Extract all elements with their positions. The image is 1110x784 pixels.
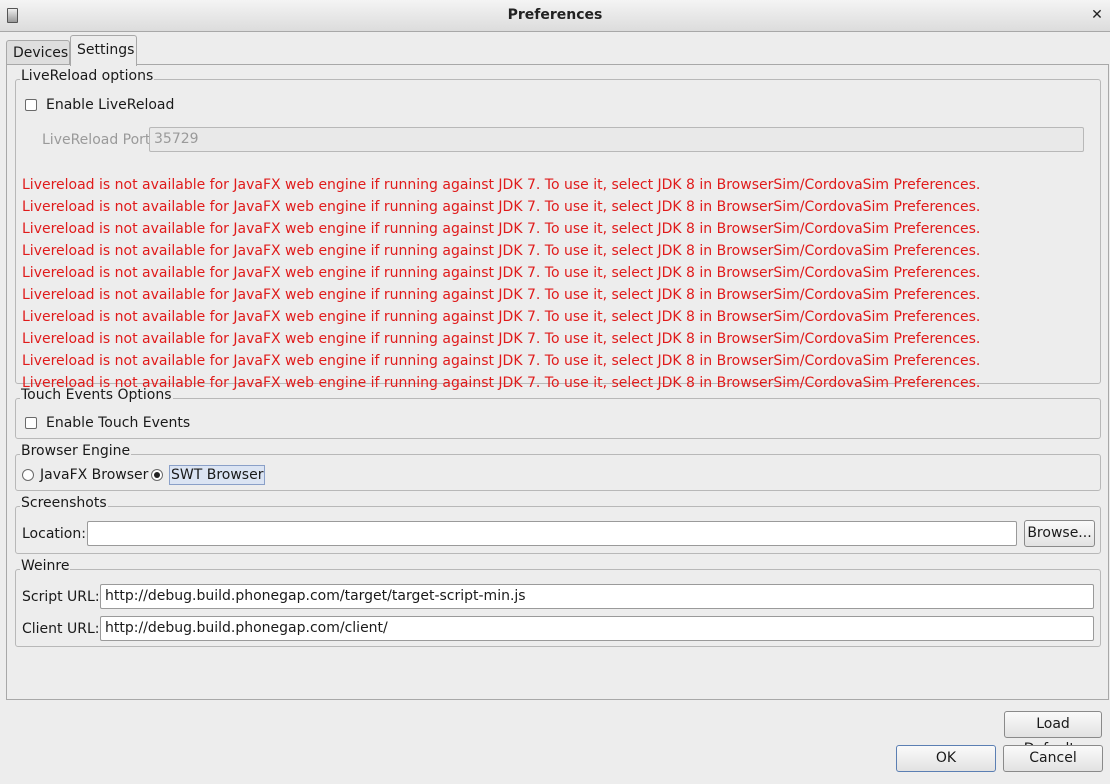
ok-button[interactable]: OK [896,745,996,772]
warning-text: Livereload is not available for JavaFX w… [22,309,981,325]
client-url-field[interactable]: http://debug.build.phonegap.com/client/ [100,616,1094,641]
warning-text: Livereload is not available for JavaFX w… [22,287,981,303]
tab-settings[interactable]: Settings [70,35,137,66]
cancel-button[interactable]: Cancel [1003,745,1103,772]
settings-panel: LiveReload options Enable LiveReload Liv… [6,64,1109,700]
touch-events-group-label: Touch Events Options [20,387,173,403]
enable-touch-events-checkbox[interactable]: Enable Touch Events [25,415,190,431]
browser-engine-group-label: Browser Engine [20,443,132,459]
swt-browser-label: SWT Browser [169,465,266,485]
warning-text: Livereload is not available for JavaFX w… [22,265,981,281]
swt-browser-radio[interactable]: SWT Browser [151,465,266,485]
livereload-group: LiveReload options Enable LiveReload Liv… [15,68,1101,391]
load-defaults-button[interactable]: Load Defaults [1004,711,1102,757]
title-bar: Preferences ✕ [0,0,1110,32]
warning-text: Livereload is not available for JavaFX w… [22,243,981,259]
touch-events-group: Touch Events Options Enable Touch Events [15,387,1101,439]
warning-text: Livereload is not available for JavaFX w… [22,221,981,237]
warning-text: Livereload is not available for JavaFX w… [22,199,981,215]
close-icon[interactable]: ✕ [1088,6,1106,24]
client-url-label: Client URL: [22,621,100,637]
weinre-group: Weinre Script URL: http://debug.build.ph… [15,558,1101,647]
checkbox-box[interactable] [25,99,37,111]
javafx-browser-label: JavaFX Browser [40,467,149,483]
browse-button[interactable]: Browse... [1024,520,1095,547]
script-url-label: Script URL: [22,589,100,605]
livereload-warnings: Livereload is not available for JavaFX w… [22,174,980,394]
radio-button[interactable] [151,469,163,481]
livereload-port-field[interactable]: 35729 [149,127,1084,152]
script-url-field[interactable]: http://debug.build.phonegap.com/target/t… [100,584,1094,609]
screenshots-group-label: Screenshots [20,495,108,511]
enable-touch-events-label: Enable Touch Events [46,415,191,431]
tab-devices[interactable]: Devices [6,40,70,66]
livereload-group-label: LiveReload options [20,68,155,84]
location-label: Location: [22,526,86,542]
weinre-group-label: Weinre [20,558,71,574]
window-title: Preferences [507,7,603,23]
radio-button[interactable] [22,469,34,481]
browser-engine-group: Browser Engine JavaFX Browser SWT Browse… [15,443,1101,491]
screenshots-group: Screenshots Location: Browse... [15,495,1101,554]
enable-livereload-label: Enable LiveReload [46,97,175,113]
warning-text: Livereload is not available for JavaFX w… [22,177,981,193]
warning-text: Livereload is not available for JavaFX w… [22,331,981,347]
location-field[interactable] [87,521,1017,546]
javafx-browser-radio[interactable]: JavaFX Browser [22,467,148,483]
warning-text: Livereload is not available for JavaFX w… [22,353,981,369]
checkbox-box[interactable] [25,417,37,429]
livereload-port-label: LiveReload Port [42,132,151,148]
enable-livereload-checkbox[interactable]: Enable LiveReload [25,97,174,113]
